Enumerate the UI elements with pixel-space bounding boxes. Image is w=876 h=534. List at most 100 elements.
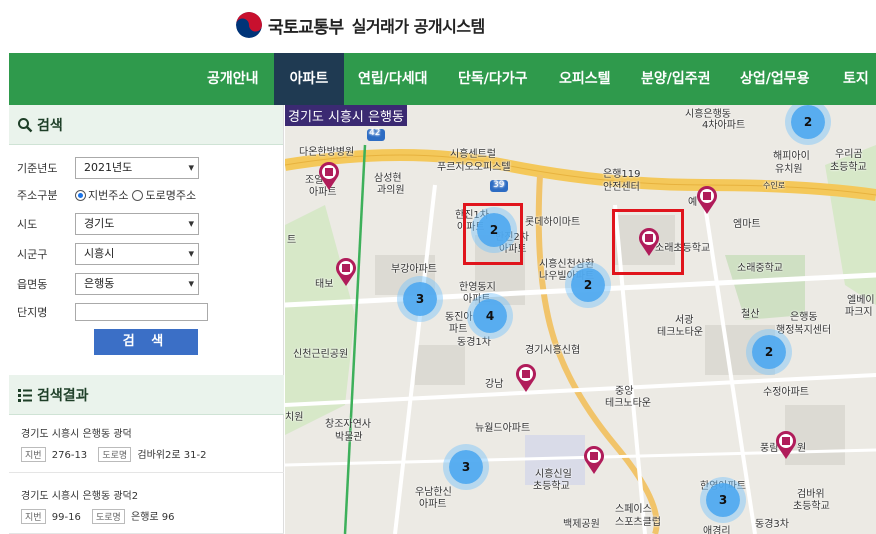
map-cluster[interactable]: 3: [706, 483, 740, 517]
ministry-logo[interactable]: 국토교통부 실거래가 공개시스템: [236, 12, 485, 38]
address-type-row: 주소구분 지번주소 도로명주소: [17, 182, 275, 208]
map-label: 태보: [315, 279, 334, 290]
jibun-radio-label: 지번주소: [88, 189, 129, 202]
map-label: 엠마트: [733, 219, 761, 230]
year-select[interactable]: 2021년도: [75, 157, 199, 179]
map-cluster[interactable]: 4: [473, 299, 507, 333]
map-label: 애경리: [703, 526, 731, 534]
map-label: 부강아파트: [391, 264, 437, 275]
jibun-radio[interactable]: [75, 189, 86, 201]
map-label: 동경3차: [755, 519, 789, 530]
apartment-pin-icon[interactable]: [515, 363, 537, 393]
map-label: 과의원: [377, 185, 405, 196]
apartment-pin-icon[interactable]: [335, 257, 357, 287]
map-label: 철산: [741, 309, 760, 320]
complex-row: 단지명: [17, 299, 275, 325]
highlight-box: [612, 209, 684, 275]
nav-item-apartment[interactable]: 아파트: [274, 53, 344, 105]
road-badge-39: 39: [493, 180, 505, 190]
map-label: 다온한방병원: [299, 147, 355, 158]
road-tag: 도로명: [98, 447, 132, 462]
map-cluster[interactable]: 2: [571, 268, 605, 302]
map-cluster[interactable]: 3: [403, 282, 437, 316]
road-value: 검바위2로 31-2: [137, 450, 207, 461]
nav-item-guide[interactable]: 공개안내: [207, 53, 259, 105]
map-label: 강남: [485, 379, 504, 390]
sigungu-select[interactable]: 시흥시: [75, 242, 199, 265]
search-sidebar: 검색 기준년도 2021년도 주소구분 지번주소 도로명주소 시도 경기도 시군…: [9, 105, 284, 534]
year-row: 기준년도 2021년도: [17, 155, 275, 181]
result-item[interactable]: 경기도 시흥시 은행동 광덕 지번 276-13 도로명 검바위2로 31-2: [9, 415, 284, 473]
apartment-pin-icon[interactable]: [583, 445, 605, 475]
highlight-box: [463, 203, 523, 265]
nav-item-multiplex[interactable]: 연립/다세대: [358, 53, 428, 105]
eupmyeondong-label: 읍면동: [17, 277, 48, 291]
map-label: 푸르지오오피스텔: [437, 162, 511, 173]
map-label: 롯데하이마트: [525, 217, 581, 228]
search-icon: [17, 117, 33, 133]
nav-item-commercial[interactable]: 상업/업무용: [740, 53, 810, 105]
road-value: 은행로 96: [131, 512, 175, 523]
apartment-pin-icon[interactable]: [696, 185, 718, 215]
map-cluster[interactable]: 2: [791, 105, 825, 139]
search-section-header: 검색: [9, 105, 283, 145]
road-badge-42: 42: [369, 128, 381, 138]
map-label: 테크노타운: [605, 398, 651, 409]
map-label: 동경1차: [457, 337, 491, 348]
search-form: 기준년도 2021년도 주소구분 지번주소 도로명주소 시도 경기도 시군구 시…: [9, 145, 283, 325]
road-radio[interactable]: [132, 189, 144, 201]
map-label: 치원: [285, 412, 304, 423]
nav-item-officetel[interactable]: 오피스텔: [559, 53, 611, 105]
apartment-pin-icon[interactable]: [318, 161, 340, 191]
map-label: 초등학교: [533, 481, 570, 492]
map-label: 유치원: [775, 164, 803, 175]
map-label: 행정복지센터: [776, 325, 832, 336]
map-label: 경기시흥신협: [525, 345, 581, 356]
map-label: 트: [287, 235, 297, 246]
nav-item-land[interactable]: 토지: [843, 53, 869, 105]
results-section-title: 검색결과: [37, 387, 89, 404]
apartment-pin-icon[interactable]: [775, 430, 797, 460]
address-type-label: 주소구분: [17, 189, 58, 202]
map-label: 스포츠클럽: [615, 517, 661, 528]
road-tag: 도로명: [92, 509, 125, 524]
map-label: 초등학교: [793, 501, 830, 512]
jibun-value: 99-16: [51, 512, 81, 523]
map-cluster[interactable]: 2: [752, 335, 786, 369]
site-header: 국토교통부 실거래가 공개시스템: [0, 0, 876, 53]
sido-select[interactable]: 경기도: [75, 212, 199, 235]
eupmyeondong-select[interactable]: 은행동: [75, 272, 199, 295]
map-label: 뉴월드아파트: [475, 423, 531, 434]
map-label: 백제공원: [563, 519, 600, 530]
taegeuk-icon: [236, 12, 262, 38]
map-cluster[interactable]: 3: [449, 450, 483, 484]
ministry-name: 국토교통부: [268, 17, 344, 38]
map-label: 원: [797, 443, 807, 454]
year-label: 기준년도: [17, 162, 58, 175]
map-label: 신천근린공원: [293, 349, 349, 360]
jibun-value: 276-13: [51, 450, 88, 461]
sigungu-label: 시군구: [17, 247, 48, 261]
map-label: 수인로: [763, 181, 786, 190]
search-button[interactable]: 검 색: [94, 329, 198, 355]
map-label: 4차아파트: [702, 120, 746, 131]
map-label: 박물관: [335, 432, 363, 443]
system-title: 실거래가 공개시스템: [351, 17, 486, 36]
list-icon: [17, 387, 33, 403]
result-address: 경기도 시흥시 은행동 광덕: [21, 429, 132, 440]
nav-item-presale[interactable]: 분양/입주권: [641, 53, 711, 105]
sigungu-row: 시군구 시흥시: [17, 239, 275, 268]
map-view[interactable]: 42 39 경기도 시흥시 은행동 다온한방병원 시흥센트럴 푸르지오오피스텔 …: [285, 105, 876, 534]
complex-label: 단지명: [17, 306, 48, 319]
nav-item-detached[interactable]: 단독/다가구: [458, 53, 528, 105]
eupmyeondong-row: 읍면동 은행동: [17, 269, 275, 298]
search-section-title: 검색: [37, 117, 63, 134]
sido-row: 시도 경기도: [17, 209, 275, 238]
result-item[interactable]: 경기도 시흥시 은행동 광덕2 지번 99-16 도로명 은행로 96: [9, 477, 284, 534]
map-label: 아파트: [419, 499, 447, 510]
sido-label: 시도: [17, 217, 38, 231]
map-label: 수정아파트: [763, 387, 809, 398]
map-label: 소래중학교: [737, 263, 783, 274]
complex-name-input[interactable]: [75, 303, 208, 321]
jibun-tag: 지번: [21, 509, 46, 524]
